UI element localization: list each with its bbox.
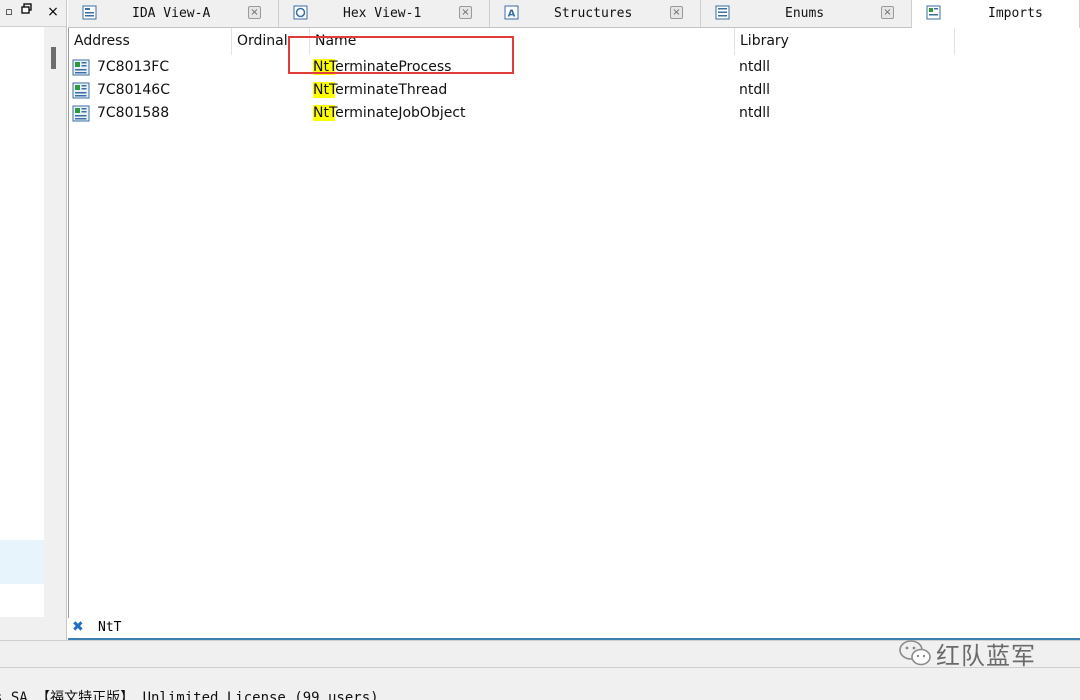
ida-window: ▫ × IDA View-A × Hex View-1 × A Structur… xyxy=(0,0,1080,700)
table-body: 7C8013FC NtTerminateProcess ntdll 7C8014… xyxy=(69,56,1080,125)
close-pane-button[interactable]: × xyxy=(44,3,62,21)
cell-address: 7C801588 xyxy=(97,105,170,121)
tab-enums[interactable]: Enums × xyxy=(701,0,912,27)
imports-table: Address Ordinal Name Library 7C8013FC Nt… xyxy=(68,28,1080,619)
search-match-highlight: NtT xyxy=(313,59,336,75)
watermark-text: 红队蓝军 xyxy=(936,641,1036,670)
tab-label: IDA View-A xyxy=(132,6,211,21)
column-header-name[interactable]: Name xyxy=(310,28,735,55)
svg-text:A: A xyxy=(508,9,516,20)
tab-imports[interactable]: Imports xyxy=(912,0,1080,28)
cell-name: NtTerminateJobObject xyxy=(313,102,466,125)
restore-icon[interactable] xyxy=(18,3,36,21)
name-remainder: erminateJobObject xyxy=(335,105,466,121)
status-bar: s SA 【福文特正版】 Unlimited License (99 users… xyxy=(0,667,1080,700)
tab-structures[interactable]: A Structures × xyxy=(490,0,701,27)
table-row[interactable]: 7C801588 NtTerminateJobObject ntdll xyxy=(69,102,1080,125)
close-tab-icon[interactable]: × xyxy=(459,6,472,19)
left-pane: ▫ × xyxy=(0,0,67,640)
functions-list[interactable] xyxy=(0,27,44,617)
column-header-ordinal[interactable]: Ordinal xyxy=(232,28,310,55)
clear-filter-icon[interactable]: ✖ xyxy=(72,620,86,634)
cell-address: 7C80146C xyxy=(97,82,170,98)
left-pane-titlebar: ▫ × xyxy=(0,0,66,27)
watermark: 红队蓝军 xyxy=(898,636,1036,670)
tab-label: Hex View-1 xyxy=(343,6,422,21)
ida-view-icon xyxy=(82,5,97,20)
cell-address: 7C8013FC xyxy=(97,59,170,75)
table-row[interactable]: 7C8013FC NtTerminateProcess ntdll xyxy=(69,56,1080,79)
import-function-icon xyxy=(72,105,90,122)
name-remainder: erminateProcess xyxy=(335,59,452,75)
imports-icon xyxy=(926,5,941,20)
filter-input[interactable] xyxy=(94,618,402,636)
tab-ida-view-a[interactable]: IDA View-A × xyxy=(68,0,279,27)
import-function-icon xyxy=(72,82,90,99)
pane-menu-icon[interactable]: ▫ xyxy=(0,3,18,21)
column-header-address[interactable]: Address xyxy=(69,28,232,55)
cell-library: ntdll xyxy=(739,105,771,121)
tab-hex-view-1[interactable]: Hex View-1 × xyxy=(279,0,490,27)
tab-label: Structures xyxy=(554,6,633,21)
enums-icon xyxy=(715,5,730,20)
tab-strip: IDA View-A × Hex View-1 × A Structures ×… xyxy=(68,0,1080,28)
cell-name: NtTerminateProcess xyxy=(313,56,451,79)
cell-library: ntdll xyxy=(739,82,771,98)
cell-library: ntdll xyxy=(739,59,771,75)
tab-label: Enums xyxy=(785,6,825,21)
table-header: Address Ordinal Name Library xyxy=(69,28,955,55)
column-header-library[interactable]: Library xyxy=(735,28,955,55)
structures-icon: A xyxy=(504,5,519,20)
hex-view-icon xyxy=(293,5,308,20)
import-function-icon xyxy=(72,59,90,76)
cell-name: NtTerminateThread xyxy=(313,79,447,102)
tab-label: Imports xyxy=(988,6,1043,21)
left-scrollbar[interactable] xyxy=(44,27,64,617)
selected-list-item[interactable] xyxy=(0,540,44,584)
search-match-highlight: NtT xyxy=(313,105,336,121)
status-text: s SA 【福文特正版】 Unlimited License (99 users… xyxy=(0,690,379,700)
close-tab-icon[interactable]: × xyxy=(881,6,894,19)
close-tab-icon[interactable]: × xyxy=(248,6,261,19)
wechat-logo-icon xyxy=(899,640,931,666)
search-match-highlight: NtT xyxy=(313,82,336,98)
scrollbar-thumb[interactable] xyxy=(51,47,56,69)
name-remainder: erminateThread xyxy=(335,82,448,98)
table-row[interactable]: 7C80146C NtTerminateThread ntdll xyxy=(69,79,1080,102)
close-tab-icon[interactable]: × xyxy=(670,6,683,19)
